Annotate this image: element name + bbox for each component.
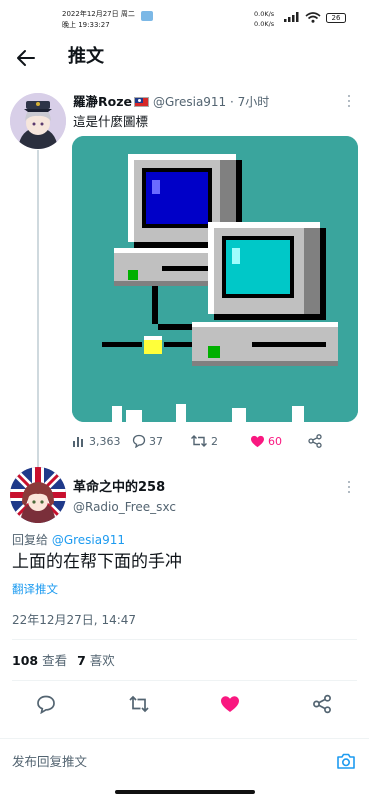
reply-count: 37: [149, 434, 163, 448]
views-count: 3,363: [89, 434, 121, 448]
status-bar: 2022年12月27日 周二 晚上 19:33:27 0.0K/s 0.0K/s…: [0, 0, 369, 36]
avatar[interactable]: [10, 467, 66, 523]
status-datetime: 2022年12月27日 周二 晚上 19:33:27: [62, 10, 135, 29]
engagement-stats: 108 查看 7 喜欢: [12, 652, 125, 669]
timestamp[interactable]: 22年12月27日, 14:47: [12, 612, 136, 628]
comment-icon: [132, 434, 146, 448]
retweet-icon[interactable]: [128, 694, 150, 714]
like-button[interactable]: 60: [250, 432, 282, 450]
header: 推文: [0, 38, 369, 78]
like-count: 60: [268, 434, 282, 448]
compose-bar: 发布回复推文: [0, 738, 369, 784]
network-speed: 0.0K/s 0.0K/s: [254, 10, 275, 28]
battery-icon: 26: [326, 13, 346, 23]
comment-icon[interactable]: [36, 694, 56, 714]
author-name[interactable]: 羅瀞Roze: [73, 94, 132, 110]
reply-author-name[interactable]: 革命之中的258: [73, 479, 165, 496]
reply-text: 上面的在帮下面的手冲: [12, 552, 182, 572]
views-label[interactable]: 查看: [42, 653, 67, 668]
translate-link[interactable]: 翻译推文: [12, 582, 58, 597]
replying-to-link[interactable]: @Gresia911: [52, 533, 125, 547]
more-options-icon[interactable]: [347, 481, 351, 495]
author-handle-time: @Gresia911 · 7小时: [153, 95, 270, 109]
tweet-actions: 3,363 37 2 60: [72, 432, 362, 450]
divider: [12, 639, 357, 640]
share-icon[interactable]: [312, 694, 332, 714]
page-title: 推文: [68, 46, 104, 67]
thread-line: [37, 150, 39, 470]
signal-icon: [284, 12, 299, 22]
replying-to-prefix: 回复给: [12, 533, 52, 547]
replying-to: 回复给 @Gresia911: [12, 532, 125, 548]
back-arrow-icon[interactable]: [14, 46, 38, 70]
tweet-image[interactable]: [72, 136, 358, 422]
likes-label[interactable]: 喜欢: [90, 653, 115, 668]
views-count: 108: [12, 653, 39, 668]
notification-app-icon: [141, 11, 153, 21]
likes-count: 7: [77, 653, 86, 668]
retweet-icon: [191, 435, 207, 447]
reply-compose-input[interactable]: 发布回复推文: [12, 753, 87, 770]
reply-actions: [0, 692, 369, 716]
home-indicator[interactable]: [115, 790, 255, 794]
share-icon: [308, 434, 322, 448]
share-button[interactable]: [308, 432, 325, 450]
avatar[interactable]: [10, 93, 66, 149]
heart-filled-icon: [251, 435, 264, 447]
retweet-button[interactable]: 2: [190, 432, 218, 450]
heart-filled-icon[interactable]: [220, 694, 240, 714]
wifi-icon: [305, 12, 321, 23]
reply-button[interactable]: 37: [132, 432, 163, 450]
divider: [12, 680, 357, 681]
reply-author-handle: @Radio_Free_sxc: [73, 500, 176, 514]
retweet-count: 2: [211, 434, 218, 448]
views-stat[interactable]: 3,363: [72, 432, 121, 450]
analytics-icon: [73, 437, 83, 447]
flag-emoji-icon: [134, 97, 149, 107]
tweet-text: 這是什麼圖標: [73, 114, 149, 129]
more-options-icon[interactable]: [347, 95, 351, 109]
camera-icon[interactable]: [336, 752, 356, 770]
